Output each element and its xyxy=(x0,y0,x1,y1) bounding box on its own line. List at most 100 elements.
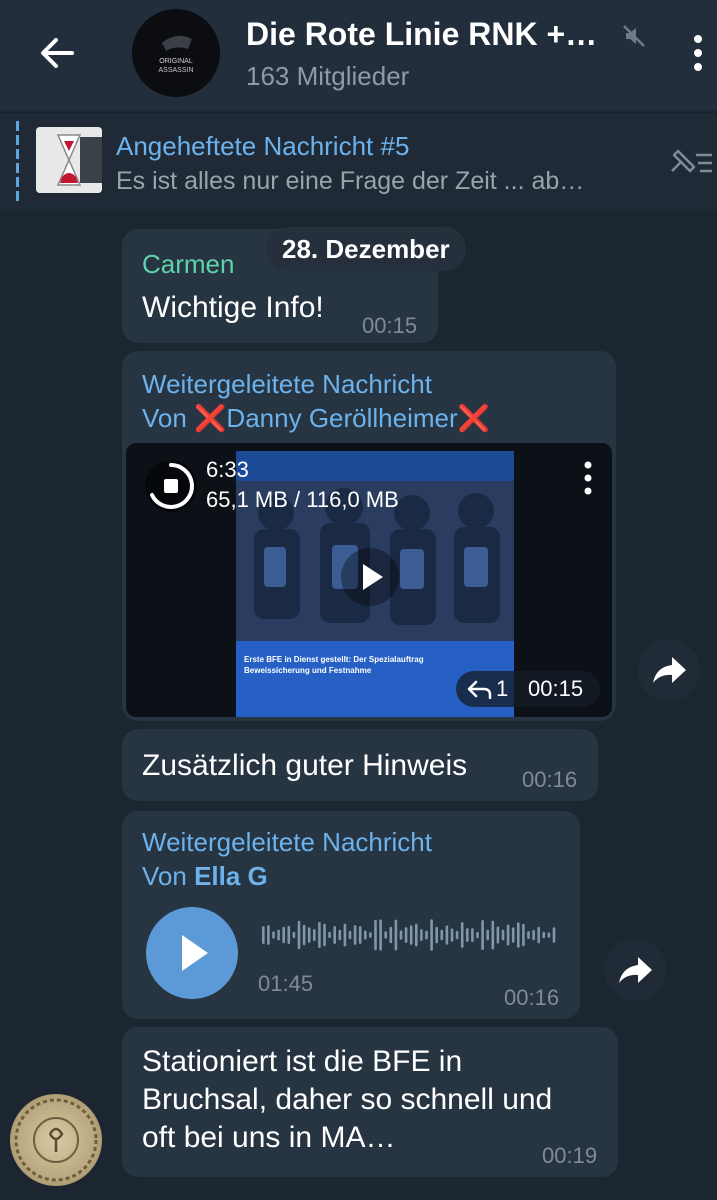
mute-icon xyxy=(623,25,645,47)
message-bubble[interactable]: Stationiert ist die BFE in Bruchsal, dah… xyxy=(122,1027,618,1177)
waveform-bar xyxy=(445,925,449,945)
download-progress: 65,1 MB / 116,0 MB xyxy=(206,487,399,512)
waveform-bar xyxy=(333,926,336,944)
waveform-bar xyxy=(460,922,464,948)
waveform-bar xyxy=(471,928,474,942)
waveform-bar xyxy=(496,926,500,944)
pinned-text: Es ist alles nur eine Frage der Zeit ...… xyxy=(116,167,585,195)
waveform-bar xyxy=(517,922,520,948)
message-time: 00:16 xyxy=(522,767,578,792)
waveform-bar xyxy=(328,931,331,939)
waveform-bar xyxy=(420,929,423,941)
video-footer: 1 00:15 xyxy=(456,671,600,707)
forwarded-from[interactable]: Von Ella G xyxy=(142,859,432,893)
waveform-bar xyxy=(547,932,551,938)
share-arrow-icon xyxy=(619,957,652,983)
date-pill: 28. Dezember xyxy=(266,227,466,271)
cancel-download-icon[interactable] xyxy=(144,459,198,513)
message-time: 00:15 xyxy=(362,313,418,338)
pin-list-icon[interactable] xyxy=(664,143,714,183)
share-arrow-icon xyxy=(653,657,686,683)
waveform-bar xyxy=(369,932,372,938)
hourglass-icon xyxy=(36,127,102,193)
pinned-title: Angeheftete Nachricht #5 xyxy=(116,131,410,161)
waveform-bar xyxy=(409,925,413,945)
chat-title[interactable]: Die Rote Linie RNK +… xyxy=(246,16,597,53)
pinned-message-bar[interactable]: Angeheftete Nachricht #5 Es ist alles nu… xyxy=(0,112,717,210)
play-voice-button[interactable] xyxy=(146,907,238,999)
forwarded-title: Weitergeleitete Nachricht xyxy=(142,369,432,399)
back-arrow-icon[interactable] xyxy=(32,28,82,78)
share-button[interactable] xyxy=(638,639,700,701)
waveform-bar xyxy=(466,928,469,942)
chat-header: ORIGINAL ASSASSIN Die Rote Linie RNK +… … xyxy=(0,0,717,110)
waveform-bar xyxy=(374,919,377,951)
message-line: Stationiert ist die BFE in xyxy=(142,1045,463,1078)
waveform-bar xyxy=(358,926,362,944)
waveform-bar xyxy=(262,926,265,944)
video-player[interactable]: Erste BFE in Dienst gestellt: Der Spezia… xyxy=(126,443,612,717)
pinned-thumbnail xyxy=(36,127,102,193)
message-time: 00:19 xyxy=(542,1143,598,1168)
share-button[interactable] xyxy=(604,939,666,1001)
reply-icon xyxy=(467,680,492,699)
forwarded-from[interactable]: Von ❌Danny Geröllheimer❌ xyxy=(142,401,490,435)
waveform-bar xyxy=(287,925,291,945)
play-video-button[interactable] xyxy=(341,548,399,606)
waveform-bar xyxy=(399,930,403,940)
video-menu-icon[interactable] xyxy=(578,459,598,499)
waveform-bar xyxy=(307,927,311,943)
waveform-bar xyxy=(440,929,444,941)
avatar-text-assassin: ASSASSIN xyxy=(158,67,193,74)
waveform-bar xyxy=(302,924,306,946)
waveform-bar xyxy=(537,926,540,944)
forwarded-title: Weitergeleitete Nachricht xyxy=(142,827,432,857)
member-count: 163 Mitglieder xyxy=(246,61,410,91)
waveform-bar xyxy=(267,925,270,945)
waveform-bar xyxy=(297,920,301,950)
assassin-logo-icon: ORIGINAL ASSASSIN xyxy=(158,35,194,74)
forwarded-from-name[interactable]: ❌Danny Geröllheimer❌ xyxy=(194,403,490,433)
waveform-bar xyxy=(491,920,495,950)
waveform-bar xyxy=(527,931,530,939)
message-bubble[interactable]: Weitergeleitete Nachricht Von Ella G 01:… xyxy=(122,811,580,1019)
waveform-bar xyxy=(384,931,387,939)
voice-duration: 01:45 xyxy=(258,971,314,996)
waveform-bar xyxy=(282,926,285,944)
pinned-indicator xyxy=(16,121,19,201)
forwarded-from-name[interactable]: Ella G xyxy=(194,861,268,891)
waveform-bar xyxy=(542,931,546,939)
message-text: Stationiert ist die BFE in Bruchsal, dah… xyxy=(142,1043,552,1157)
forwarded-label: Weitergeleitete Nachricht Von ❌Danny Ger… xyxy=(142,367,490,435)
waveform-bar xyxy=(379,919,382,951)
video-duration: 6:33 xyxy=(206,457,249,482)
waveform-bar xyxy=(272,931,275,939)
play-icon xyxy=(182,935,208,971)
waveform-bar xyxy=(394,919,398,951)
reply-count[interactable]: 1 xyxy=(496,671,508,707)
message-text: Wichtige Info! xyxy=(142,291,324,324)
sender-name[interactable]: Carmen xyxy=(142,249,234,280)
message-list[interactable]: Carmen Wichtige Info! 00:15 28. Dezember… xyxy=(0,211,717,1200)
waveform-bar xyxy=(455,930,459,940)
voice-waveform[interactable] xyxy=(262,915,562,955)
waveform-bar xyxy=(476,931,479,939)
waveform-bar xyxy=(292,931,296,939)
waveform-bar xyxy=(318,922,321,948)
waveform-bar xyxy=(353,925,357,945)
waveform-bar xyxy=(450,928,454,942)
waveform-bar xyxy=(415,923,418,947)
waveform-bar xyxy=(364,930,367,940)
forwarded-from-prefix: Von xyxy=(142,403,187,433)
message-bubble[interactable]: Zusätzlich guter Hinweis 00:16 xyxy=(122,729,598,801)
waveform-bar xyxy=(552,927,556,943)
waveform-bar xyxy=(323,923,326,947)
more-vert-icon[interactable] xyxy=(686,32,710,76)
group-avatar[interactable]: ORIGINAL ASSASSIN xyxy=(132,9,220,97)
message-line: Bruchsal, daher so schnell und xyxy=(142,1083,553,1116)
video-caption-line-1: Erste BFE in Dienst gestellt: Der Spezia… xyxy=(244,655,424,664)
waveform-bar xyxy=(277,929,280,941)
forwarded-from-prefix: Von xyxy=(142,861,187,891)
sender-avatar[interactable] xyxy=(10,1094,102,1186)
waveform-bar xyxy=(425,930,428,940)
